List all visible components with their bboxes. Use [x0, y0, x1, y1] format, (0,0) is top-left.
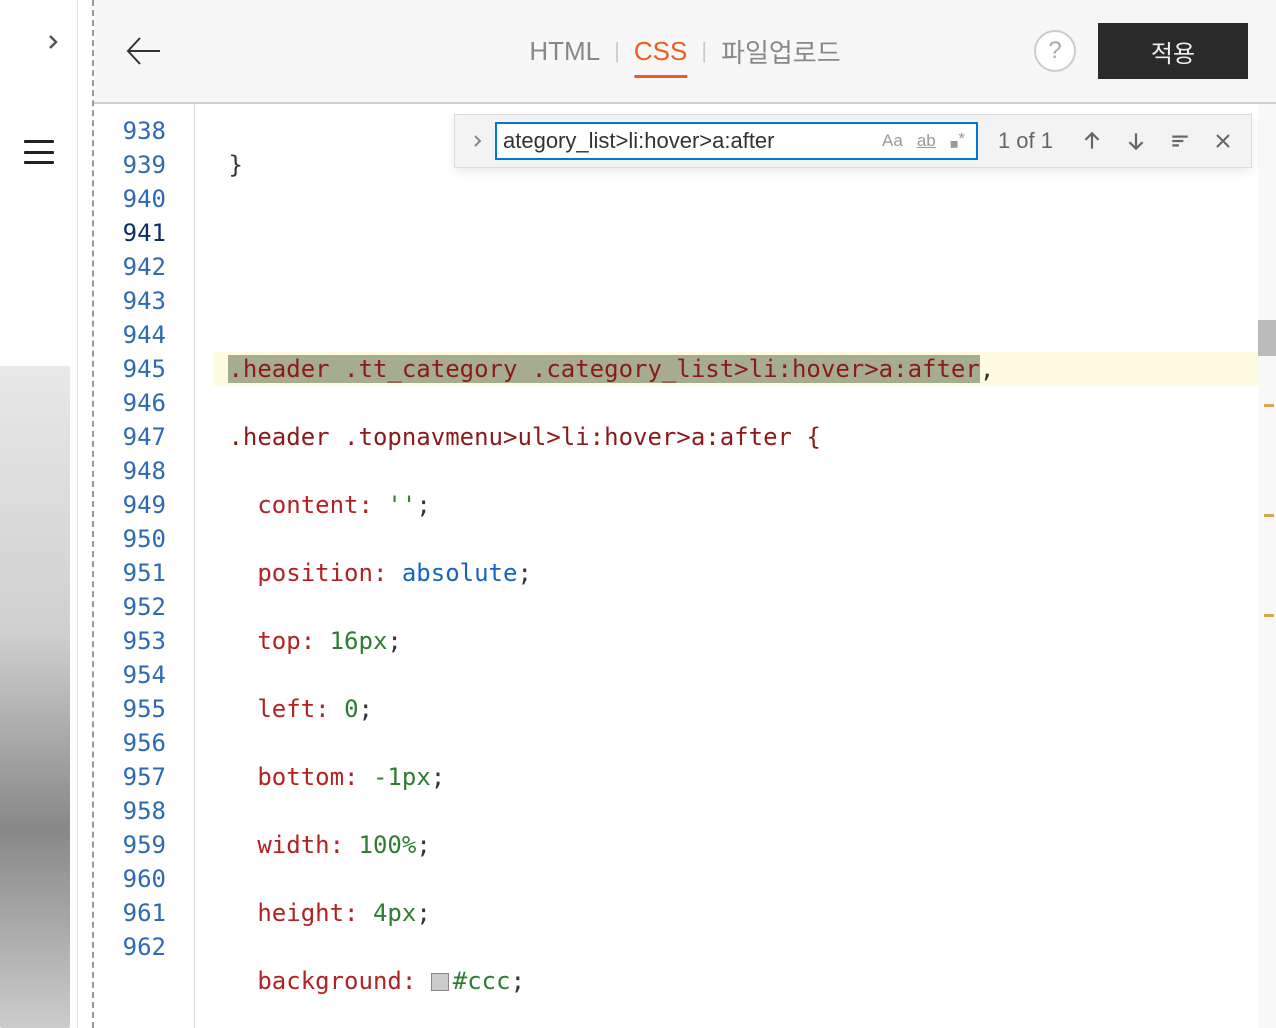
- minimap[interactable]: [1258, 104, 1276, 1028]
- line-number: 948: [94, 454, 166, 488]
- code-line: .header .topnavmenu>ul>li:hover>a:after …: [214, 420, 1276, 454]
- line-number: 950: [94, 522, 166, 556]
- line-number: 960: [94, 862, 166, 896]
- editor-tabs: HTML | CSS | 파일업로드: [517, 0, 852, 102]
- main-area: HTML | CSS | 파일업로드 ? 적용 938 939 940 941 …: [94, 0, 1276, 1028]
- line-gutter: 938 939 940 941 942 943 944 945 946 947 …: [94, 104, 194, 1028]
- line-number: 951: [94, 556, 166, 590]
- scroll-thumb[interactable]: [1258, 320, 1276, 356]
- left-rail: [0, 0, 78, 1028]
- find-match-case-toggle[interactable]: Aa: [877, 129, 908, 153]
- help-button[interactable]: ?: [1034, 30, 1076, 72]
- line-number: 957: [94, 760, 166, 794]
- line-number: 953: [94, 624, 166, 658]
- line-number: 954: [94, 658, 166, 692]
- tab-separator: |: [699, 38, 709, 64]
- find-result-count: 1 of 1: [984, 128, 1067, 154]
- line-number: 961: [94, 896, 166, 930]
- code-line: [214, 216, 1276, 250]
- line-number: 962: [94, 930, 166, 964]
- line-number: 945: [94, 352, 166, 386]
- line-number: 959: [94, 828, 166, 862]
- code-editor[interactable]: 938 939 940 941 942 943 944 945 946 947 …: [94, 104, 1276, 1028]
- expand-sidebar-button[interactable]: [41, 30, 65, 54]
- find-whole-word-toggle[interactable]: ab: [912, 129, 941, 153]
- line-number: 944: [94, 318, 166, 352]
- find-expand-toggle[interactable]: [465, 133, 489, 149]
- code-line: height: 4px;: [214, 896, 1276, 930]
- code-line: content: '';: [214, 488, 1276, 522]
- back-button[interactable]: [122, 30, 164, 72]
- line-number: 955: [94, 692, 166, 726]
- code-line: .header .tt_category .category_list>li:h…: [214, 352, 1276, 386]
- tab-separator: |: [612, 38, 622, 64]
- find-close-button[interactable]: [1205, 131, 1241, 151]
- find-prev-button[interactable]: [1073, 130, 1111, 152]
- apply-button[interactable]: 적용: [1098, 23, 1248, 79]
- fold-guide: [194, 104, 206, 1028]
- code-area[interactable]: } .header .tt_category .category_list>li…: [206, 104, 1276, 1028]
- preview-thumbnail: [0, 366, 70, 1028]
- line-number: 958: [94, 794, 166, 828]
- line-number: 943: [94, 284, 166, 318]
- line-number: 938: [94, 114, 166, 148]
- code-line: background: #ccc;: [214, 964, 1276, 998]
- vertical-ruler: [78, 0, 94, 1028]
- color-swatch-icon: [431, 973, 449, 991]
- line-number: 942: [94, 250, 166, 284]
- line-number: 949: [94, 488, 166, 522]
- code-line: top: 16px;: [214, 624, 1276, 658]
- line-number: 952: [94, 590, 166, 624]
- line-number: 941: [94, 216, 166, 250]
- tab-html[interactable]: HTML: [517, 0, 612, 102]
- code-line: [214, 284, 1276, 318]
- line-number: 956: [94, 726, 166, 760]
- line-number: 947: [94, 420, 166, 454]
- find-next-button[interactable]: [1117, 130, 1155, 152]
- find-input-wrapper: Aa ab ■*: [495, 122, 978, 160]
- find-filter-icon[interactable]: [1161, 130, 1199, 152]
- tab-file-upload[interactable]: 파일업로드: [709, 0, 853, 102]
- code-line: bottom: -1px;: [214, 760, 1276, 794]
- toolbar: HTML | CSS | 파일업로드 ? 적용: [94, 0, 1276, 104]
- code-line: position: absolute;: [214, 556, 1276, 590]
- code-line: width: 100%;: [214, 828, 1276, 862]
- tab-css[interactable]: CSS: [622, 0, 699, 102]
- code-line: left: 0;: [214, 692, 1276, 726]
- line-number: 946: [94, 386, 166, 420]
- hamburger-icon[interactable]: [24, 140, 54, 164]
- line-number: 940: [94, 182, 166, 216]
- find-input[interactable]: [503, 128, 873, 154]
- line-number: 939: [94, 148, 166, 182]
- find-bar: Aa ab ■* 1 of 1: [454, 114, 1252, 168]
- search-match: .header .tt_category .category_list>li:h…: [228, 355, 979, 383]
- find-regex-toggle[interactable]: ■*: [945, 127, 970, 154]
